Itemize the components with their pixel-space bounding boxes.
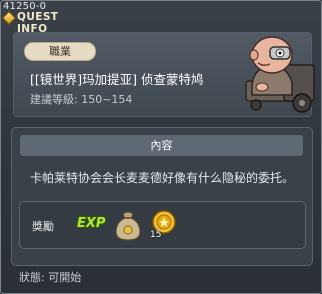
title-gem-icon (1, 10, 17, 26)
quest-info-window: 41250-0 QUEST INFO 職業 [[镜世界]玛加提亚] 侦查蒙特鸠 … (0, 0, 322, 294)
title-bar: QUEST INFO (1, 10, 91, 35)
content-panel: 內容 卡帕莱特协会会长麦麦德好像有什么隐秘的委托。 獎勵 EXP 15 (11, 127, 313, 266)
quest-description: 卡帕莱特协会会长麦麦德好像有什么隐秘的委托。 (30, 171, 295, 185)
recommended-level: 建議等級: 150~154 (30, 93, 133, 106)
job-panel: 職業 [[镜世界]玛加提亚] 侦查蒙特鸠 建議等級: 150~154 (13, 32, 315, 117)
quest-name: [[镜世界]玛加提亚] 侦查蒙特鸠 (30, 72, 204, 87)
money-bag-icon (115, 211, 141, 241)
exp-icon: EXP (77, 216, 106, 231)
job-badge: 職業 (24, 42, 96, 61)
reward-box: 獎勵 EXP 15 (19, 201, 306, 249)
quest-status: 狀態: 可開始 (19, 271, 82, 284)
coin-reward-count: 15 (150, 230, 162, 240)
npc-portrait-icon (245, 36, 315, 113)
reward-label: 獎勵 (32, 220, 54, 233)
content-header: 內容 (20, 135, 303, 156)
